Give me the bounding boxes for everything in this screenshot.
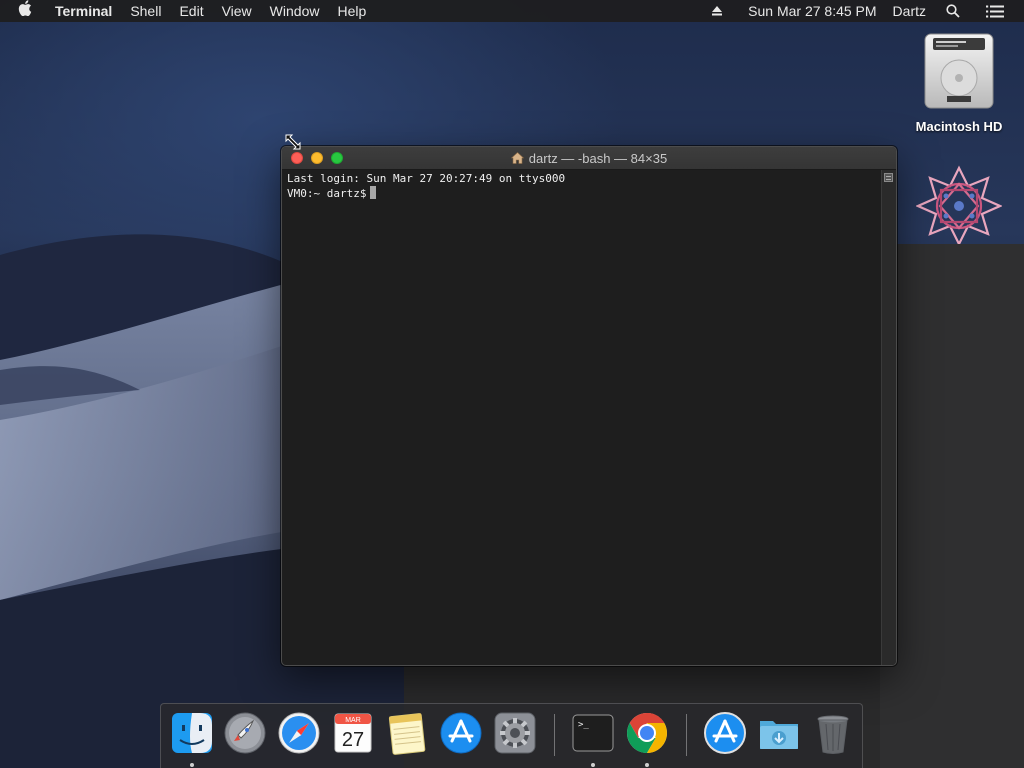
window-titlebar[interactable]: dartz — -bash — 84×35 bbox=[282, 147, 896, 170]
dock: MAR 27 >_ bbox=[160, 703, 863, 768]
resize-cursor-icon bbox=[285, 134, 301, 150]
dock-trash[interactable] bbox=[811, 711, 855, 755]
notes-icon bbox=[388, 713, 426, 755]
finder-icon bbox=[172, 713, 212, 753]
list-icon[interactable] bbox=[978, 0, 1012, 22]
terminal-prompt: VM0:~ dartz$ bbox=[287, 187, 367, 200]
calendar-icon: MAR 27 bbox=[334, 713, 372, 753]
menu-view[interactable]: View bbox=[213, 0, 261, 22]
zoom-button[interactable] bbox=[331, 152, 343, 164]
terminal-output[interactable]: Last login: Sun Mar 27 20:27:49 on ttys0… bbox=[282, 170, 881, 665]
applications-folder-icon bbox=[704, 712, 746, 754]
dock-notes[interactable] bbox=[385, 711, 429, 755]
eject-icon[interactable] bbox=[700, 0, 734, 22]
desktop-icon-macintosh-hd[interactable]: Macintosh HD bbox=[904, 30, 1014, 134]
terminal-window[interactable]: dartz — -bash — 84×35 Last login: Sun Ma… bbox=[281, 146, 897, 666]
dock-separator bbox=[554, 714, 555, 756]
split-pane-icon[interactable] bbox=[884, 173, 893, 182]
terminal-line: Last login: Sun Mar 27 20:27:49 on ttys0… bbox=[287, 172, 566, 185]
apple-icon bbox=[18, 0, 32, 17]
desktop-icon-image[interactable] bbox=[904, 164, 1014, 247]
desktop-icon-label: Macintosh HD bbox=[915, 119, 1003, 134]
compass-icon bbox=[278, 712, 320, 754]
dock-system-preferences[interactable] bbox=[493, 711, 537, 755]
chrome-icon bbox=[627, 713, 667, 753]
calendar-day: 27 bbox=[342, 729, 364, 751]
star-pattern-icon bbox=[915, 165, 1003, 247]
running-indicator bbox=[190, 763, 194, 767]
dock-calendar[interactable]: MAR 27 bbox=[331, 711, 375, 755]
running-indicator bbox=[645, 763, 649, 767]
dock-chrome[interactable] bbox=[625, 711, 669, 755]
dock-terminal[interactable]: >_ bbox=[571, 711, 615, 755]
menubar-clock[interactable]: Sun Mar 27 8:45 PM bbox=[734, 0, 884, 22]
hard-drive-icon bbox=[924, 33, 994, 109]
dock-downloads-folder[interactable] bbox=[757, 711, 801, 755]
scrollbar[interactable] bbox=[881, 170, 896, 665]
window-title: dartz — -bash — 84×35 bbox=[528, 150, 668, 166]
dock-safari[interactable] bbox=[277, 711, 321, 755]
search-icon[interactable] bbox=[936, 0, 970, 22]
apple-menu[interactable] bbox=[0, 0, 46, 22]
terminal-icon: >_ bbox=[572, 714, 614, 752]
dock-app-store[interactable] bbox=[439, 711, 483, 755]
menu-help[interactable]: Help bbox=[328, 0, 375, 22]
dock-finder[interactable] bbox=[170, 711, 214, 755]
menubar-user[interactable]: Dartz bbox=[885, 0, 936, 22]
menu-edit[interactable]: Edit bbox=[170, 0, 212, 22]
menu-bar: Terminal Shell Edit View Window Help Sun… bbox=[0, 0, 1024, 22]
dock-launchpad[interactable] bbox=[223, 711, 267, 755]
downloads-folder-icon bbox=[760, 721, 798, 749]
terminal-prompt-glyph: >_ bbox=[578, 720, 589, 730]
calendar-month: MAR bbox=[345, 717, 361, 724]
text-cursor bbox=[370, 186, 377, 199]
home-icon bbox=[510, 152, 524, 164]
rocket-icon bbox=[224, 712, 266, 754]
minimize-button[interactable] bbox=[311, 152, 323, 164]
gear-icon bbox=[494, 712, 536, 754]
menu-shell[interactable]: Shell bbox=[121, 0, 170, 22]
app-store-icon bbox=[440, 712, 482, 754]
trash-icon bbox=[817, 715, 849, 754]
dock-separator bbox=[686, 714, 687, 756]
window-backdrop-shade bbox=[880, 244, 1024, 768]
close-button[interactable] bbox=[291, 152, 303, 164]
running-indicator bbox=[591, 763, 595, 767]
dock-applications-folder[interactable] bbox=[703, 711, 747, 755]
menu-app-terminal[interactable]: Terminal bbox=[46, 0, 121, 22]
menu-window[interactable]: Window bbox=[261, 0, 329, 22]
